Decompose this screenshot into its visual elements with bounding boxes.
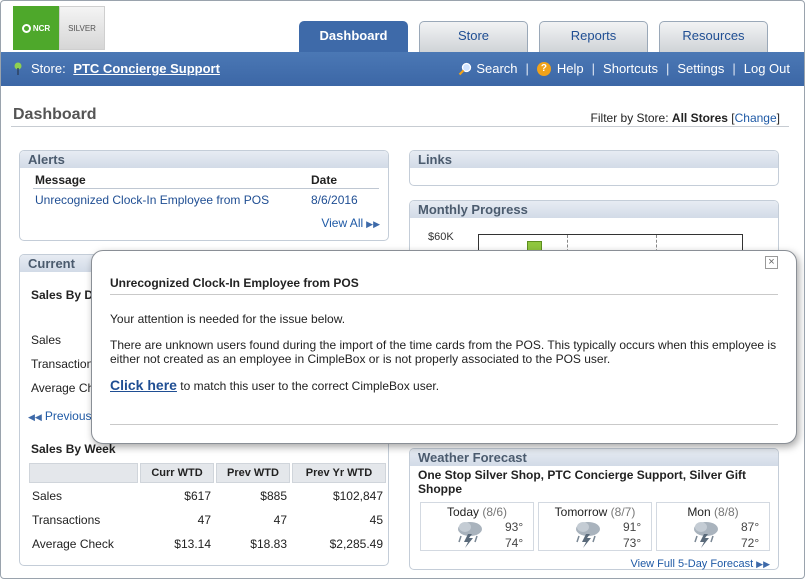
row-label-sales: Sales [31, 333, 62, 347]
temp-low: 74° [505, 536, 524, 550]
store-name-link[interactable]: PTC Concierge Support [73, 61, 220, 76]
alerts-table: Message Date Unrecognized Clock-In Emplo… [33, 173, 379, 212]
filter-change-link[interactable]: Change [735, 111, 777, 125]
thunderstorm-icon [458, 522, 482, 548]
user-nav: Search | ? Help | Shortcuts | Settings |… [458, 61, 790, 76]
tab-store[interactable]: Store [419, 21, 528, 52]
cell-curr: $617 [184, 489, 211, 503]
row-label: Average Check [32, 537, 114, 551]
search-icon[interactable] [458, 62, 472, 76]
silver-logo: SILVER [59, 6, 105, 50]
match-user-link[interactable]: Click here [110, 377, 177, 393]
close-icon[interactable]: × [765, 256, 778, 269]
help-link[interactable]: Help [557, 61, 584, 76]
weather-panel-title: Weather Forecast [410, 449, 778, 466]
shortcuts-link[interactable]: Shortcuts [603, 61, 658, 76]
cell-prev: 47 [273, 513, 287, 527]
column-header-blank [29, 463, 138, 483]
cell-curr: 47 [197, 513, 211, 527]
temp-low: 73° [623, 536, 642, 550]
full-forecast-link[interactable]: View Full 5-Day Forecast ▶▶ [630, 558, 770, 570]
filter-value: All Stores [671, 111, 728, 125]
column-header-date: Date [309, 173, 379, 189]
cell-prev: $18.83 [250, 537, 287, 551]
double-arrow-right-icon: ▶▶ [756, 559, 770, 569]
page-title: Dashboard [13, 106, 97, 123]
weather-day-mon: Mon (8/8) 87° 72° [656, 502, 770, 551]
search-link[interactable]: Search [476, 61, 517, 76]
alerts-panel: Alerts Message Date Unrecognized Clock-I… [19, 150, 389, 241]
alerts-panel-title: Alerts [20, 151, 388, 168]
weather-day-tomorrow: Tomorrow (8/7) 91° 73° [538, 502, 652, 551]
cell-prev-yr: $102,847 [332, 489, 383, 503]
sales-by-day-title: Sales By D [31, 288, 94, 302]
alert-date: 8/6/2016 [311, 193, 358, 208]
nav-separator: | [525, 61, 529, 76]
row-label-transactions: Transaction [31, 357, 94, 371]
sales-by-week-table: Curr WTD Prev WTD Prev Yr WTD Sales $617… [27, 461, 388, 557]
current-store: Store: PTC Concierge Support [31, 61, 220, 76]
top-nav-bar: Store: PTC Concierge Support Search | ? … [1, 52, 804, 86]
alert-detail-popup: × Unrecognized Clock-In Employee from PO… [91, 250, 797, 444]
tab-dashboard[interactable]: Dashboard [299, 21, 408, 52]
app-window: NCR SILVER Dashboard Store Reports Resou… [0, 0, 805, 579]
popup-title: Unrecognized Clock-In Employee from POS [110, 276, 359, 290]
y-axis-tick-label: $60K [428, 231, 454, 243]
nav-separator: | [665, 61, 670, 76]
cell-prev: $885 [260, 489, 287, 503]
links-panel-title: Links [410, 151, 778, 168]
column-header-prev-wtd: Prev WTD [216, 463, 290, 483]
logout-link[interactable]: Log Out [744, 61, 790, 76]
tab-resources[interactable]: Resources [659, 21, 768, 52]
monthly-progress-chart: $60K [428, 220, 750, 257]
popup-divider [110, 424, 778, 425]
cell-prev-yr: 45 [369, 513, 383, 527]
temp-low: 72° [741, 536, 760, 550]
ncr-logo: NCR [13, 6, 59, 50]
popup-divider [110, 294, 778, 295]
map-pin-icon [14, 62, 22, 75]
tab-reports[interactable]: Reports [539, 21, 648, 52]
ncr-ring-icon [21, 23, 31, 33]
store-filter: Filter by Store: All Stores [Change] [590, 111, 780, 125]
settings-link[interactable]: Settings [677, 61, 724, 76]
cell-prev-yr: $2,285.49 [329, 537, 383, 551]
view-all-alerts-link[interactable]: View All ▶▶ [321, 216, 380, 230]
column-header-prev-yr-wtd: Prev Yr WTD [292, 463, 386, 483]
thunderstorm-icon [694, 522, 718, 548]
cell-curr: $13.14 [174, 537, 211, 551]
column-header-message: Message [33, 173, 309, 189]
column-header-curr-wtd: Curr WTD [140, 463, 214, 483]
temp-high: 91° [623, 520, 642, 534]
row-label: Transactions [32, 513, 101, 527]
double-arrow-right-icon: ▶▶ [366, 219, 380, 229]
sales-by-week-title: Sales By Week [31, 442, 116, 456]
popup-action: Click here to match this user to the cor… [110, 377, 440, 393]
thunderstorm-icon [576, 522, 600, 548]
table-row[interactable]: Unrecognized Clock-In Employee from POS … [33, 188, 379, 212]
table-row: Transactions 47 47 45 [29, 509, 386, 531]
links-panel: Links [409, 150, 779, 186]
weather-day-today: Today (8/6) 93° 74° [420, 502, 534, 551]
monthly-progress-title: Monthly Progress [410, 201, 778, 218]
help-icon[interactable]: ? [536, 61, 551, 76]
weather-stores: One Stop Silver Shop, PTC Concierge Supp… [418, 468, 747, 496]
monthly-progress-panel: Monthly Progress $60K [409, 200, 779, 257]
temp-high: 93° [505, 520, 524, 534]
popup-description: There are unknown users found during the… [110, 338, 777, 366]
nav-separator: | [591, 61, 596, 76]
double-arrow-left-icon: ◀◀ [28, 412, 42, 422]
weather-panel: Weather Forecast One Stop Silver Shop, P… [409, 448, 779, 570]
alert-message-link[interactable]: Unrecognized Clock-In Employee from POS [33, 188, 309, 212]
row-label: Sales [32, 489, 63, 503]
table-row: Average Check $13.14 $18.83 $2,285.49 [29, 533, 386, 555]
nav-separator: | [732, 61, 736, 76]
temp-high: 87° [741, 520, 760, 534]
title-divider [11, 126, 789, 127]
table-row: Sales $617 $885 $102,847 [29, 485, 386, 507]
popup-intro: Your attention is needed for the issue b… [110, 312, 346, 326]
row-label-average-check: Average Ch [31, 381, 95, 395]
